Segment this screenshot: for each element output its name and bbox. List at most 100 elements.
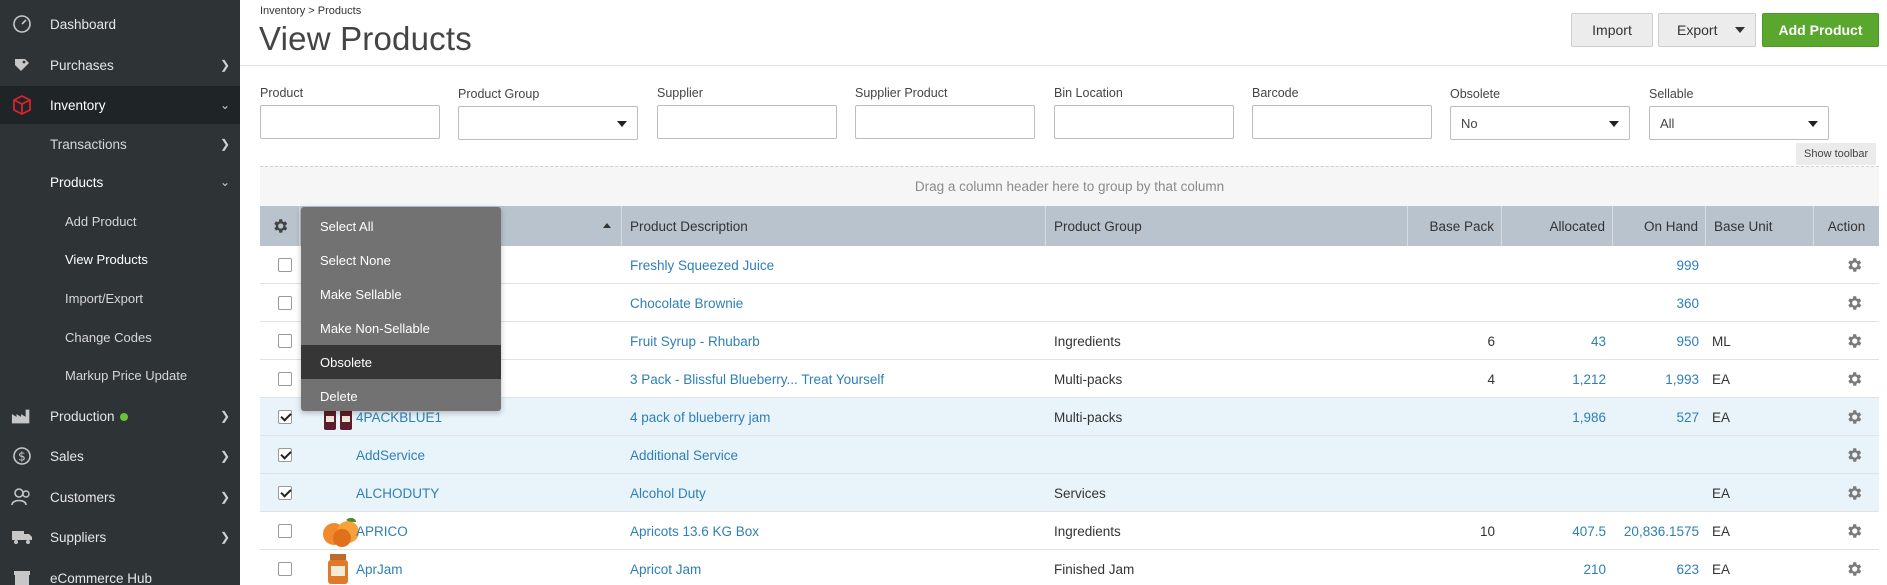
sidebar-item-products[interactable]: Products ⌄ bbox=[0, 163, 240, 201]
product-description-link[interactable]: Additional Service bbox=[630, 436, 738, 474]
product-code-link[interactable]: APRICO bbox=[356, 512, 408, 550]
column-on-hand[interactable]: On Hand bbox=[1613, 206, 1706, 246]
row-checkbox[interactable] bbox=[278, 486, 292, 500]
table-row[interactable]: 3 Pack - Blissful Blueberry... Treat You… bbox=[260, 360, 1879, 398]
product-description-link[interactable]: 4 pack of blueberry jam bbox=[630, 398, 770, 436]
allocated-link[interactable]: 407.5 bbox=[1502, 512, 1606, 550]
supplier-input[interactable] bbox=[657, 105, 837, 139]
on-hand-link[interactable]: 999 bbox=[1613, 246, 1699, 284]
menu-item-make-sellable[interactable]: Make Sellable bbox=[301, 277, 501, 311]
column-product-description[interactable]: Product Description bbox=[622, 206, 1046, 246]
barcode-input[interactable] bbox=[1252, 105, 1432, 139]
on-hand-link[interactable]: 527 bbox=[1613, 398, 1699, 436]
sidebar-item-sales[interactable]: $ Sales ❯ bbox=[0, 437, 240, 475]
product-code-link[interactable]: AddService bbox=[356, 436, 425, 474]
supplier-product-input[interactable] bbox=[855, 105, 1035, 139]
sidebar-item-inventory[interactable]: Inventory ⌄ bbox=[0, 86, 240, 124]
allocated-link[interactable] bbox=[1502, 436, 1606, 474]
gear-icon[interactable] bbox=[1845, 484, 1863, 502]
on-hand-link[interactable]: 623 bbox=[1613, 550, 1699, 585]
row-checkbox[interactable] bbox=[278, 524, 292, 538]
row-checkbox[interactable] bbox=[278, 372, 292, 386]
allocated-link[interactable] bbox=[1502, 474, 1606, 512]
sidebar-item-view-products[interactable]: View Products bbox=[0, 240, 240, 278]
product-description-link[interactable]: Freshly Squeezed Juice bbox=[630, 246, 774, 284]
menu-item-delete[interactable]: Delete bbox=[301, 379, 501, 413]
on-hand-link[interactable]: 360 bbox=[1613, 284, 1699, 322]
allocated-link[interactable] bbox=[1502, 284, 1606, 322]
sidebar-item-add-product[interactable]: Add Product bbox=[0, 202, 240, 240]
sidebar-item-suppliers[interactable]: Suppliers ❯ bbox=[0, 518, 240, 556]
gear-icon[interactable] bbox=[1845, 370, 1863, 388]
on-hand-link[interactable] bbox=[1613, 436, 1699, 474]
gear-icon[interactable] bbox=[1845, 408, 1863, 426]
row-checkbox[interactable] bbox=[278, 562, 292, 576]
gear-icon[interactable] bbox=[1845, 560, 1863, 578]
table-row[interactable]: Fruit Syrup - Rhubarb Ingredients 6 43 950 ML bbox=[260, 322, 1879, 360]
product-description-link[interactable]: 3 Pack - Blissful Blueberry... Treat You… bbox=[630, 360, 884, 398]
sidebar-item-markup-price-update[interactable]: Markup Price Update bbox=[0, 356, 240, 394]
product-description-link[interactable]: Apricots 13.6 KG Box bbox=[630, 512, 759, 550]
product-description-link[interactable]: Fruit Syrup - Rhubarb bbox=[630, 322, 760, 360]
row-checkbox[interactable] bbox=[278, 334, 292, 348]
column-product-group[interactable]: Product Group bbox=[1046, 206, 1408, 246]
row-checkbox[interactable] bbox=[278, 410, 292, 424]
bin-location-input[interactable] bbox=[1054, 105, 1234, 139]
product-description-link[interactable]: Chocolate Brownie bbox=[630, 284, 743, 322]
table-row[interactable]: Chocolate Brownie 360 bbox=[260, 284, 1879, 322]
product-input[interactable] bbox=[260, 105, 440, 139]
add-product-button[interactable]: Add Product bbox=[1762, 13, 1879, 47]
menu-item-make-non-sellable[interactable]: Make Non-Sellable bbox=[301, 311, 501, 345]
sidebar-item-ecommerce-hub[interactable]: eCommerce Hub bbox=[0, 559, 240, 585]
gear-icon[interactable] bbox=[1845, 446, 1863, 464]
row-checkbox[interactable] bbox=[278, 296, 292, 310]
export-button[interactable]: Export bbox=[1658, 13, 1756, 47]
gear-icon[interactable] bbox=[1845, 522, 1863, 540]
menu-item-select-none[interactable]: Select None bbox=[301, 243, 501, 277]
on-hand-link[interactable]: 950 bbox=[1613, 322, 1699, 360]
on-hand-link[interactable]: 20,836.1575 bbox=[1613, 512, 1699, 550]
table-row[interactable]: AddService Additional Service bbox=[260, 436, 1879, 474]
product-code-link[interactable]: AprJam bbox=[356, 550, 403, 585]
gear-icon[interactable] bbox=[1845, 294, 1863, 312]
sidebar-item-customers[interactable]: Customers ❯ bbox=[0, 478, 240, 516]
allocated-link[interactable]: 210 bbox=[1502, 550, 1606, 585]
product-description-link[interactable]: Alcohol Duty bbox=[630, 474, 706, 512]
allocated-link[interactable]: 1,212 bbox=[1502, 360, 1606, 398]
table-row[interactable]: APRICO Apricots 13.6 KG Box Ingredients 10 4… bbox=[260, 512, 1879, 550]
row-checkbox[interactable] bbox=[278, 258, 292, 272]
table-row[interactable]: 4PACKBLUE1 4 pack of blueberry jam Multi-p… bbox=[260, 398, 1879, 436]
sidebar-item-transactions[interactable]: Transactions ❯ bbox=[0, 125, 240, 163]
on-hand-link[interactable] bbox=[1613, 474, 1699, 512]
import-button[interactable]: Import bbox=[1571, 13, 1653, 47]
sidebar-item-purchases[interactable]: Purchases ❯ bbox=[0, 46, 240, 84]
group-by-panel[interactable]: Drag a column header here to group by th… bbox=[260, 166, 1879, 206]
product-description-link[interactable]: Apricot Jam bbox=[630, 550, 701, 585]
menu-item-obsolete[interactable]: Obsolete bbox=[301, 345, 501, 379]
on-hand-link[interactable]: 1,993 bbox=[1613, 360, 1699, 398]
gear-icon[interactable] bbox=[1845, 332, 1863, 350]
sidebar-item-dashboard[interactable]: Dashboard bbox=[0, 5, 240, 43]
gear-icon[interactable] bbox=[1845, 256, 1863, 274]
sidebar-item-change-codes[interactable]: Change Codes bbox=[0, 318, 240, 356]
product-group-select[interactable] bbox=[458, 106, 638, 140]
column-base-unit[interactable]: Base Unit bbox=[1706, 206, 1814, 246]
allocated-link[interactable] bbox=[1502, 246, 1606, 284]
sellable-select[interactable]: All bbox=[1649, 106, 1829, 140]
obsolete-select[interactable]: No bbox=[1450, 106, 1630, 140]
menu-item-select-all[interactable]: Select All bbox=[301, 209, 501, 243]
sidebar-item-production[interactable]: Production ❯ bbox=[0, 397, 240, 435]
column-menu-header[interactable] bbox=[260, 206, 300, 246]
product-code-link[interactable]: ALCHODUTY bbox=[356, 474, 439, 512]
table-row[interactable]: AprJam Apricot Jam Finished Jam 210 623 EA bbox=[260, 550, 1879, 585]
table-row[interactable]: Freshly Squeezed Juice 999 bbox=[260, 246, 1879, 284]
row-checkbox[interactable] bbox=[278, 448, 292, 462]
sidebar-item-import-export[interactable]: Import/Export bbox=[0, 279, 240, 317]
show-toolbar-button[interactable]: Show toolbar bbox=[1796, 143, 1877, 165]
column-base-pack[interactable]: Base Pack bbox=[1408, 206, 1502, 246]
allocated-link[interactable]: 43 bbox=[1502, 322, 1606, 360]
column-allocated[interactable]: Allocated bbox=[1502, 206, 1613, 246]
allocated-link[interactable]: 1,986 bbox=[1502, 398, 1606, 436]
table-row[interactable]: ALCHODUTY Alcohol Duty Services EA bbox=[260, 474, 1879, 512]
caret-down-icon[interactable] bbox=[1735, 27, 1745, 33]
